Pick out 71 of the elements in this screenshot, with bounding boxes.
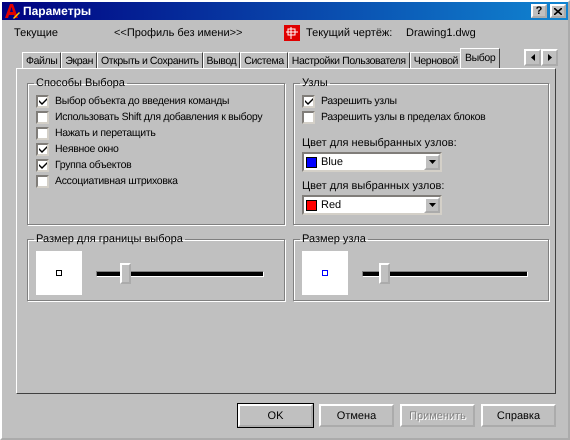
tab[interactable]: Файлы [22, 52, 62, 68]
slider-thumb[interactable] [378, 262, 390, 284]
checkbox-label: Разрешить узлы в пределах блоков [321, 111, 486, 123]
scroll-right-button[interactable] [541, 48, 558, 66]
tab[interactable]: Система [240, 52, 288, 68]
close-icon [554, 8, 562, 14]
app-logo-icon [4, 3, 20, 19]
dialog-button[interactable]: Справка [481, 404, 556, 427]
size-slider[interactable] [362, 262, 528, 284]
checkbox[interactable] [36, 142, 49, 156]
tab[interactable]: Выбор [460, 48, 500, 68]
checkbox-row[interactable]: Разрешить узлы [302, 93, 540, 109]
check-mark-icon [38, 97, 46, 105]
dropdown-button[interactable] [424, 154, 440, 170]
dialog-button[interactable]: Отмена [319, 404, 394, 427]
left-arrow-icon [530, 54, 534, 60]
square-icon [322, 270, 328, 276]
dialog-button[interactable]: OK [238, 404, 313, 427]
checkbox-row[interactable]: Использовать Shift для добавления к выбору [36, 109, 276, 125]
color-dropdown[interactable]: Red [302, 195, 442, 215]
checkbox-row[interactable]: Неявное окно [36, 141, 276, 157]
tab[interactable]: Черновой [410, 52, 462, 68]
field-label: Цвет для выбранных узлов: [302, 180, 444, 192]
profile-name: <<Профиль без имени>> [114, 27, 244, 39]
help-button[interactable]: ? [531, 4, 547, 18]
checkbox-row[interactable]: Нажать и перетащить [36, 125, 276, 141]
check-mark-icon [304, 97, 312, 105]
color-dropdown[interactable]: Blue [302, 152, 442, 172]
checkbox-label: Неявное окно [55, 143, 119, 155]
checkbox-row[interactable]: Выбор объекта до введения команды [36, 93, 276, 109]
drawing-name: Drawing1.dwg [406, 27, 476, 39]
group-title: Размер для границы выбора [35, 233, 184, 245]
checkbox-label: Ассоциативная штриховка [55, 175, 178, 187]
checkbox[interactable] [36, 94, 49, 108]
close-button[interactable] [550, 4, 566, 18]
tab[interactable]: Вывод [202, 52, 240, 68]
checkbox-label: Нажать и перетащить [55, 127, 156, 139]
right-arrow-icon [548, 54, 552, 60]
tab[interactable]: Экран [61, 52, 97, 68]
drawing-icon [284, 25, 300, 41]
down-arrow-icon [428, 160, 436, 164]
down-arrow-icon [428, 203, 436, 207]
checkbox-label: Выбор объекта до введения команды [55, 95, 230, 107]
dropdown-button[interactable] [424, 197, 440, 213]
window-title: Параметры [23, 4, 92, 18]
profile-label: Текущие [14, 27, 59, 39]
dropdown-value: Red [321, 199, 342, 211]
scroll-left-button[interactable] [524, 48, 541, 66]
checkbox-label: Разрешить узлы [321, 95, 397, 107]
checkbox-label: Использовать Shift для добавления к выбору [55, 111, 262, 123]
checkbox-row[interactable]: Ассоциативная штриховка [36, 173, 276, 189]
size-slider[interactable] [96, 262, 264, 284]
checkbox-row[interactable]: Группа объектов [36, 157, 276, 173]
drawing-label: Текущий чертёж: [306, 27, 394, 39]
checkbox[interactable] [36, 158, 49, 172]
checkbox[interactable] [302, 110, 315, 124]
checkbox[interactable] [302, 94, 315, 108]
square-icon [56, 270, 62, 276]
field-label: Цвет для невыбранных узлов: [302, 137, 457, 149]
dropdown-value: Blue [321, 156, 344, 168]
checkbox-row[interactable]: Разрешить узлы в пределах блоков [302, 109, 540, 125]
checkbox-label: Группа объектов [55, 159, 132, 171]
group-title: Размер узла [301, 233, 367, 245]
group-title: Узлы [301, 77, 329, 89]
tab[interactable]: Настройки Пользователя [288, 52, 410, 68]
checkbox[interactable] [36, 110, 49, 124]
group-title: Способы Выбора [35, 77, 126, 89]
checkbox[interactable] [36, 126, 49, 140]
checkbox[interactable] [36, 174, 49, 188]
slider-thumb[interactable] [120, 262, 131, 284]
tab[interactable]: Открыть и Сохранить [97, 52, 203, 68]
